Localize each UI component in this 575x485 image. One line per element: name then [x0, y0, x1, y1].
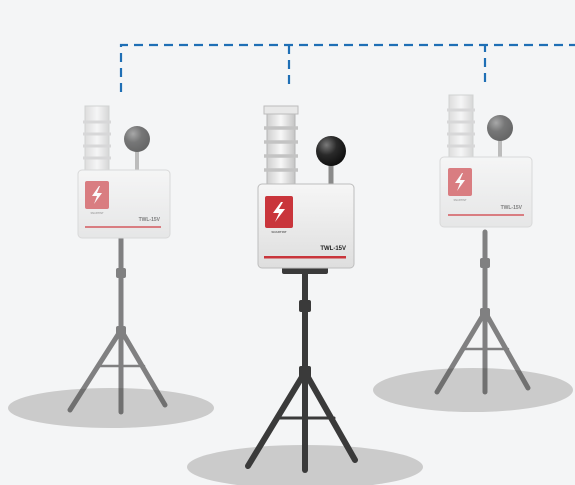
tripod-center	[245, 266, 358, 473]
radiation-shield-icon	[83, 105, 111, 173]
network-connector	[119, 43, 575, 92]
device-model-left: TWL-15V	[139, 217, 161, 223]
tripod-left	[67, 232, 168, 415]
device-brand-left: SNARTINT	[90, 211, 104, 215]
ground-shadow-left	[8, 388, 214, 428]
black-globe-sensor-icon	[316, 136, 346, 186]
device-brand-right: SNARTINT	[453, 198, 467, 202]
lightning-bolt-logo-icon	[448, 168, 472, 196]
radiation-shield-icon	[447, 94, 475, 160]
device-model-center: TWL-15V	[320, 246, 346, 252]
device-right: TWL-15V SNARTINT	[434, 94, 533, 395]
wbgt-monitoring-scene: TWL-15V SNARTINT TWL-15V SNARTINT TWL-15…	[8, 43, 575, 485]
lightning-bolt-logo-icon	[85, 181, 109, 209]
tripod-right	[434, 229, 531, 395]
device-left: TWL-15V SNARTINT	[67, 105, 171, 415]
device-brand-center: SNARTINT	[271, 230, 286, 234]
device-model-right: TWL-15V	[501, 205, 523, 211]
lightning-bolt-logo-icon	[265, 196, 293, 228]
black-globe-sensor-icon	[124, 126, 150, 172]
ground-shadow-right	[373, 368, 573, 412]
device-center: TWL-15V SNARTINT	[245, 105, 358, 473]
radiation-shield-icon	[263, 105, 299, 187]
black-globe-sensor-icon	[487, 115, 513, 160]
